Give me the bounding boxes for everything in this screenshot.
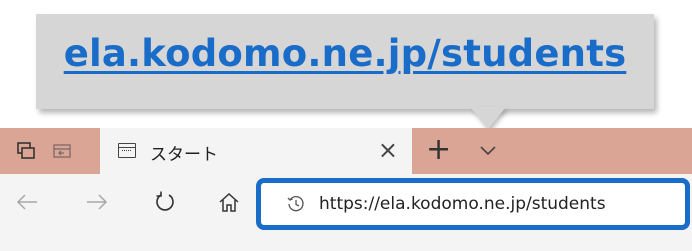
tab-bar: スタート × +	[0, 128, 692, 176]
chevron-down-icon[interactable]	[478, 140, 498, 160]
home-icon[interactable]	[212, 186, 246, 218]
address-url-text[interactable]: https://ela.kodomo.ne.jp/students	[319, 194, 606, 214]
history-icon	[287, 195, 305, 213]
url-callout: ela.kodomo.ne.jp/students	[36, 14, 654, 109]
tab-actions-icon[interactable]	[14, 128, 38, 174]
tab-title: スタート	[150, 145, 218, 165]
start-page-icon	[118, 143, 136, 158]
navigation-bar: https://ela.kodomo.ne.jp/students	[0, 174, 692, 251]
back-arrow-icon[interactable]	[10, 186, 44, 218]
callout-url-text: ela.kodomo.ne.jp/students	[63, 32, 627, 75]
forward-arrow-icon[interactable]	[80, 186, 114, 218]
tab-start[interactable]: スタート ×	[100, 128, 412, 176]
address-bar[interactable]: https://ela.kodomo.ne.jp/students	[256, 178, 690, 230]
close-tab-icon[interactable]: ×	[378, 136, 398, 164]
callout-pointer	[470, 107, 506, 129]
refresh-icon[interactable]	[148, 186, 182, 218]
new-tab-button[interactable]: +	[426, 132, 451, 168]
set-aside-tabs-icon[interactable]	[50, 128, 74, 174]
